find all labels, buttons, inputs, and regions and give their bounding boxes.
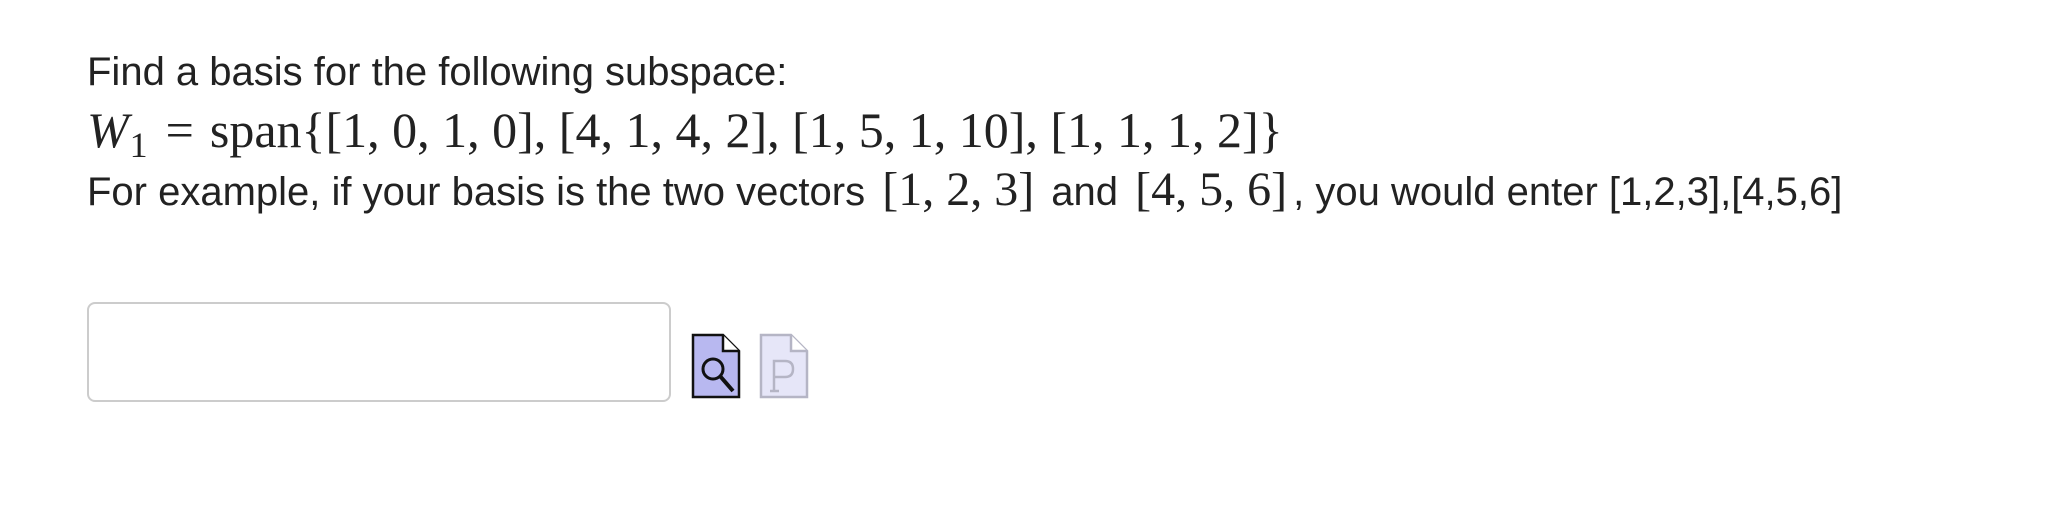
problem-text: Find a basis for the following subspace:… — [87, 46, 2027, 220]
answer-input[interactable] — [87, 302, 671, 402]
example-and: and — [1051, 170, 1119, 214]
preview-magnifier-icon[interactable] — [691, 333, 741, 399]
tex-preview-icon[interactable] — [759, 333, 809, 399]
span-expression: span{[1, 0, 1, 0], [4, 1, 4, 2], [1, 5, … — [209, 102, 1283, 158]
equals-sign: = — [165, 102, 194, 158]
problem-prompt: Find a basis for the following subspace: — [87, 50, 788, 94]
subspace-subscript: 1 — [129, 125, 148, 165]
subspace-definition: W1 = span{[1, 0, 1, 0], [4, 1, 4, 2], [1, … — [87, 100, 2027, 165]
example-vector-2: [4, 5, 6] — [1135, 163, 1288, 216]
example-instructions: For example, if your basis is the two ve… — [87, 160, 2027, 220]
answer-row — [87, 300, 809, 404]
example-prefix: For example, if your basis is the two ve… — [87, 170, 866, 214]
example-vector-1: [1, 2, 3] — [882, 163, 1035, 216]
example-suffix: , you would enter [1,2,3],[4,5,6] — [1293, 170, 1843, 214]
subspace-variable: W — [87, 102, 129, 158]
